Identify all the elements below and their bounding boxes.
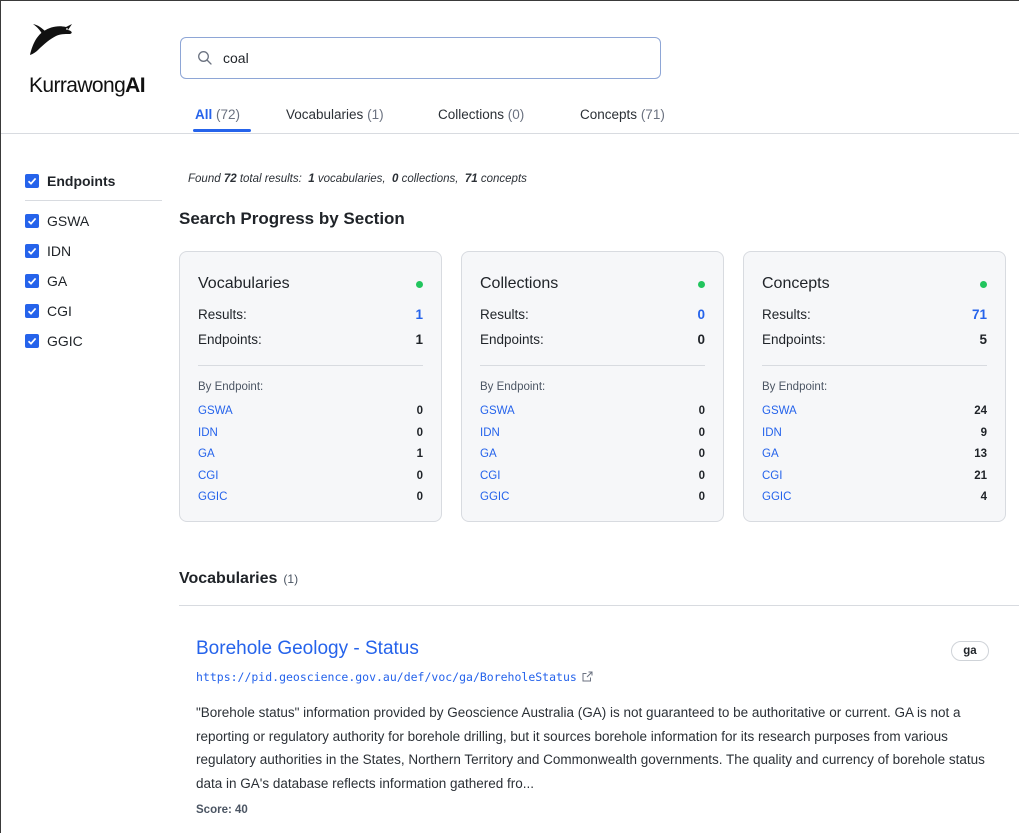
endpoint-filter-gswa[interactable]: GSWA	[25, 212, 89, 230]
endpoint-link[interactable]: GA	[762, 448, 779, 460]
search-box[interactable]	[180, 37, 661, 79]
checkbox-checked-icon[interactable]	[25, 304, 39, 318]
endpoint-label: GSWA	[47, 213, 90, 229]
search-input[interactable]	[223, 48, 643, 68]
endpoint-label: IDN	[47, 243, 72, 259]
checkbox-checked-icon[interactable]	[25, 334, 39, 348]
card-title: Concepts	[762, 275, 830, 292]
endpoints-count: 5	[979, 332, 987, 347]
vocabularies-divider	[179, 605, 1019, 606]
kurrawong-logo[interactable]: KurrawongAI	[24, 22, 174, 96]
status-complete-icon	[980, 281, 987, 288]
by-endpoint-label: By Endpoint:	[198, 381, 264, 393]
results-row: Results: 1	[198, 307, 423, 322]
endpoint-row: CGI 0	[198, 470, 423, 482]
checkbox-checked-icon[interactable]	[25, 214, 39, 228]
progress-heading: Search Progress by Section	[179, 209, 405, 228]
endpoint-row: GA 0	[480, 448, 705, 460]
tab-collections[interactable]: Collections (0)	[438, 107, 524, 122]
results-summary: Found 72 total results: 1 vocabularies, …	[188, 173, 527, 185]
by-endpoint-label: By Endpoint:	[480, 381, 546, 393]
endpoint-filter-ggic[interactable]: GGIC	[25, 332, 83, 350]
endpoint-row: GA 1	[198, 448, 423, 460]
endpoint-link[interactable]: GSWA	[198, 405, 233, 417]
header-divider	[1, 133, 1019, 134]
card-title: Vocabularies	[198, 275, 290, 292]
status-complete-icon	[416, 281, 423, 288]
card-divider	[198, 365, 423, 366]
endpoint-link[interactable]: GA	[480, 448, 497, 460]
progress-card-collections: Collections Results: 0 Endpoints: 0 By E…	[461, 251, 724, 522]
endpoint-row: GGIC 0	[480, 491, 705, 503]
result-title-link[interactable]: Borehole Geology - Status	[196, 638, 419, 660]
endpoint-row: CGI 0	[480, 470, 705, 482]
result-url-link[interactable]: https://pid.geoscience.gov.au/def/voc/ga…	[196, 670, 593, 684]
source-badge: ga	[951, 641, 989, 661]
tab-concepts[interactable]: Concepts (71)	[580, 107, 665, 122]
card-title: Collections	[480, 275, 559, 292]
results-row: Results: 71	[762, 307, 987, 322]
endpoints-row: Endpoints: 0	[480, 332, 705, 347]
endpoint-row: GGIC 0	[198, 491, 423, 503]
result-description: "Borehole status" information provided b…	[196, 705, 985, 791]
result-score: Score: 40	[196, 804, 248, 816]
endpoint-link[interactable]: CGI	[480, 470, 500, 482]
endpoint-label: CGI	[47, 303, 72, 319]
endpoint-row: IDN 9	[762, 427, 987, 439]
endpoint-filter-idn[interactable]: IDN	[25, 242, 71, 260]
endpoint-label: GA	[47, 273, 68, 289]
endpoint-row: GGIC 4	[762, 491, 987, 503]
endpoint-row: GSWA 0	[198, 405, 423, 417]
endpoint-row: CGI 21	[762, 470, 987, 482]
endpoint-link[interactable]: IDN	[762, 427, 782, 439]
endpoint-row: IDN 0	[480, 427, 705, 439]
endpoint-link[interactable]: GSWA	[480, 405, 515, 417]
active-tab-indicator	[193, 129, 251, 132]
checkbox-checked-icon[interactable]	[25, 274, 39, 288]
card-divider	[762, 365, 987, 366]
progress-card-concepts: Concepts Results: 71 Endpoints: 5 By End…	[743, 251, 1006, 522]
endpoint-link[interactable]: GSWA	[762, 405, 797, 417]
endpoint-link[interactable]: GGIC	[762, 491, 791, 503]
endpoint-filter-cgi[interactable]: CGI	[25, 302, 72, 320]
endpoint-link[interactable]: CGI	[198, 470, 218, 482]
search-icon	[198, 51, 212, 65]
endpoint-row: GSWA 24	[762, 405, 987, 417]
endpoints-select-all[interactable]: Endpoints	[25, 172, 115, 190]
endpoint-label: GGIC	[47, 333, 83, 349]
progress-card-vocabularies: Vocabularies Results: 1 Endpoints: 1 By …	[179, 251, 442, 522]
endpoint-link[interactable]: CGI	[762, 470, 782, 482]
tab-all[interactable]: All (72)	[193, 107, 251, 132]
checkbox-checked-icon[interactable]	[25, 244, 39, 258]
checkbox-checked-icon[interactable]	[25, 174, 39, 188]
endpoint-row: IDN 0	[198, 427, 423, 439]
endpoint-link[interactable]: GGIC	[480, 491, 509, 503]
endpoint-link[interactable]: GGIC	[198, 491, 227, 503]
status-complete-icon	[698, 281, 705, 288]
results-count[interactable]: 71	[972, 307, 987, 322]
logo-text: KurrawongAI	[29, 74, 146, 97]
endpoints-count: 0	[697, 332, 705, 347]
results-row: Results: 0	[480, 307, 705, 322]
endpoints-row: Endpoints: 1	[198, 332, 423, 347]
vocabularies-heading: Vocabularies (1)	[179, 570, 299, 587]
results-count[interactable]: 1	[415, 307, 423, 322]
external-link-icon	[582, 671, 593, 682]
endpoint-row: GA 13	[762, 448, 987, 460]
endpoints-row: Endpoints: 5	[762, 332, 987, 347]
tab-vocabularies[interactable]: Vocabularies (1)	[286, 107, 384, 122]
endpoints-count: 1	[415, 332, 423, 347]
endpoint-link[interactable]: IDN	[198, 427, 218, 439]
bird-icon	[30, 24, 72, 55]
card-divider	[480, 365, 705, 366]
sidebar-divider	[25, 200, 162, 201]
endpoint-link[interactable]: GA	[198, 448, 215, 460]
endpoint-link[interactable]: IDN	[480, 427, 500, 439]
by-endpoint-label: By Endpoint:	[762, 381, 828, 393]
results-count[interactable]: 0	[697, 307, 705, 322]
endpoints-label: Endpoints	[47, 173, 116, 189]
endpoint-row: GSWA 0	[480, 405, 705, 417]
endpoint-filter-ga[interactable]: GA	[25, 272, 67, 290]
